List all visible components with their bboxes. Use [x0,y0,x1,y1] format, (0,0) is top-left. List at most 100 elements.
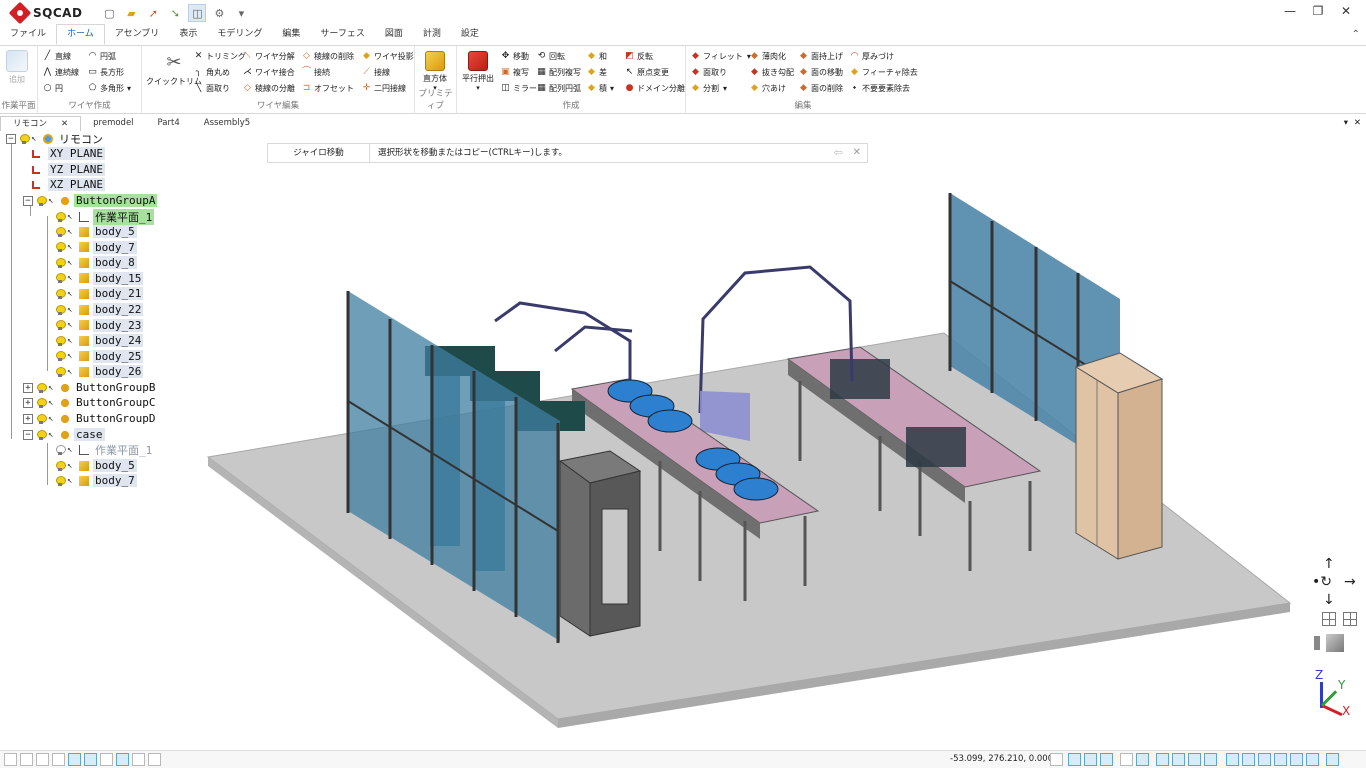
command-close-icon[interactable]: ✕ [853,144,861,162]
rotate-button[interactable]: ⟲ 回転 [537,51,565,62]
tree-body[interactable]: ↖ body_25 [56,349,144,364]
visibility-bulb-icon[interactable] [56,335,66,346]
fillet-button[interactable]: ◆ フィレット ▾ [691,51,751,62]
select-arrow-icon[interactable]: ↖ [48,398,57,408]
expand-icon[interactable]: + [23,397,33,408]
face-delete-button[interactable]: ◆ 面の削除 [799,83,843,94]
visibility-bulb-icon[interactable] [56,475,66,486]
flip-button[interactable]: ◩ 反転 [625,51,653,62]
thicken-button[interactable]: ◠ 厚みづけ [850,51,894,62]
status-folder-icon[interactable] [132,753,145,766]
select-arrow-icon[interactable]: ↖ [67,461,76,471]
single-view-icon[interactable] [1322,612,1336,626]
snap-origin-icon[interactable] [1326,753,1339,766]
tree-body[interactable]: ↖ body_7 [56,240,137,255]
status-sphere-icon[interactable] [36,753,49,766]
cube-button[interactable]: 直方体 ▾ [423,51,447,92]
array-arc-button[interactable]: ▦ 配列円弧 [537,83,581,94]
workplane-add-button[interactable]: 追加 [6,50,28,85]
tab-measure[interactable]: 計測 [413,25,451,45]
wire-chamfer-button[interactable]: ╲ 面取り [194,83,230,94]
visibility-bulb-icon[interactable] [56,288,66,299]
face-offset-button[interactable]: ◆ 面持上げ [799,51,843,62]
snap-plus-icon[interactable] [1136,753,1149,766]
visibility-bulb-icon[interactable] [56,226,66,237]
tree-body[interactable]: ↖ body_26 [56,364,144,379]
visibility-bulb-icon[interactable] [20,133,30,144]
status-view-cube-icon[interactable] [4,753,17,766]
snap-square-icon[interactable] [1188,753,1201,766]
tree-body[interactable]: ↖ body_8 [56,255,137,270]
visibility-bulb-icon[interactable] [56,351,66,362]
edge-split-button[interactable]: ◇ 稜線の分離 [243,83,295,94]
tab-file[interactable]: ファイル [0,25,56,45]
tab-edit[interactable]: 編集 [272,25,310,45]
settings-gear-icon[interactable]: ⚙ [210,4,228,22]
doc-tab-part4[interactable]: Part4 [146,116,192,131]
close-button[interactable]: ✕ [1336,4,1356,18]
select-arrow-icon[interactable]: ↖ [67,227,76,237]
circle-button[interactable]: ○ 円 [43,83,63,94]
polyline-button[interactable]: ⋀ 連続線 [43,67,79,78]
select-arrow-icon[interactable]: ↖ [67,242,76,252]
open-folder-icon[interactable]: ▰ [122,4,140,22]
select-arrow-icon[interactable]: ↖ [48,383,57,393]
chamfer-button[interactable]: ◆ 面取り [691,67,727,78]
visibility-bulb-off-icon[interactable] [56,444,66,455]
visibility-bulb-icon[interactable] [56,257,66,268]
visibility-bulb-icon[interactable] [56,366,66,377]
select-arrow-icon[interactable]: ↖ [67,273,76,283]
cube-view-icon[interactable] [1326,634,1344,652]
tab-list-dropdown-icon[interactable]: ▾ [1344,116,1348,131]
doc-tab-assembly5[interactable]: Assembly5 [192,116,262,131]
select-arrow-icon[interactable]: ↖ [67,212,76,222]
snap-circle-icon[interactable] [1242,753,1255,766]
snap-center-icon[interactable] [1100,753,1113,766]
status-box-icon[interactable] [100,753,113,766]
expand-icon[interactable]: + [23,382,33,393]
face-move-button[interactable]: ◆ 面の移動 [799,67,843,78]
draft-button[interactable]: ◆ 抜き勾配 [750,67,794,78]
tree-group-a-workplane[interactable]: ↖ 作業平面_1 [56,208,155,225]
arc-button[interactable]: ◠ 円弧 [88,51,116,62]
rotate-view-icon[interactable]: •↻ [1312,574,1332,590]
snap-diagonal-icon[interactable] [1274,753,1287,766]
pan-up-arrow-icon[interactable]: ↑ [1323,556,1335,572]
import-icon[interactable]: ➚ [144,4,162,22]
snap-face-icon[interactable] [1204,753,1217,766]
quick-access-dropdown-icon[interactable]: ▾ [232,4,250,22]
tree-case[interactable]: − ↖ case [23,427,105,442]
select-arrow-icon[interactable]: ↖ [48,196,57,206]
visibility-bulb-icon[interactable] [56,211,66,222]
tree-body[interactable]: ↖ body_5 [56,224,137,239]
status-page-icon[interactable] [148,753,161,766]
expand-icon[interactable]: + [23,413,33,424]
feature-remove-button[interactable]: ◆ フィーチャ除去 [850,67,918,78]
select-arrow-icon[interactable]: ↖ [48,414,57,424]
tree-case-body[interactable]: ↖ body_7 [56,473,137,488]
origin-change-button[interactable]: ↖ 原点変更 [625,67,669,78]
tab-drawing[interactable]: 図面 [375,25,413,45]
snap-rect-icon[interactable] [1156,753,1169,766]
select-arrow-icon[interactable]: ↖ [67,289,76,299]
collapse-icon[interactable]: − [23,429,33,440]
tab-modeling[interactable]: モデリング [207,25,272,45]
visibility-bulb-icon[interactable] [37,397,47,408]
wire-project-button[interactable]: ◆ ワイヤ投影 [362,51,414,62]
quad-view-icon[interactable] [1343,612,1357,626]
collapse-icon[interactable]: − [23,195,33,206]
visibility-bulb-icon[interactable] [37,382,47,393]
tab-assembly[interactable]: アセンブリ [105,25,170,45]
pan-right-arrow-icon[interactable]: → [1344,574,1356,590]
copy-button[interactable]: ▣ 複写 [501,67,529,78]
extrude-button[interactable]: 平行押出 ▾ [462,51,494,92]
shell-button[interactable]: ◆ 薄肉化 [750,51,786,62]
doc-tab-premodel[interactable]: premodel [81,116,145,131]
tree-group-b[interactable]: + ↖ ButtonGroupB [23,380,157,395]
cleanup-button[interactable]: ⬩ 不要要素除去 [850,83,910,94]
select-arrow-icon[interactable]: ↖ [67,320,76,330]
tree-group-c[interactable]: + ↖ ButtonGroupC [23,395,157,410]
tree-root[interactable]: − ↖ リモコン [6,131,105,146]
status-color-icon[interactable] [52,753,65,766]
new-file-icon[interactable]: ▢ [100,4,118,22]
